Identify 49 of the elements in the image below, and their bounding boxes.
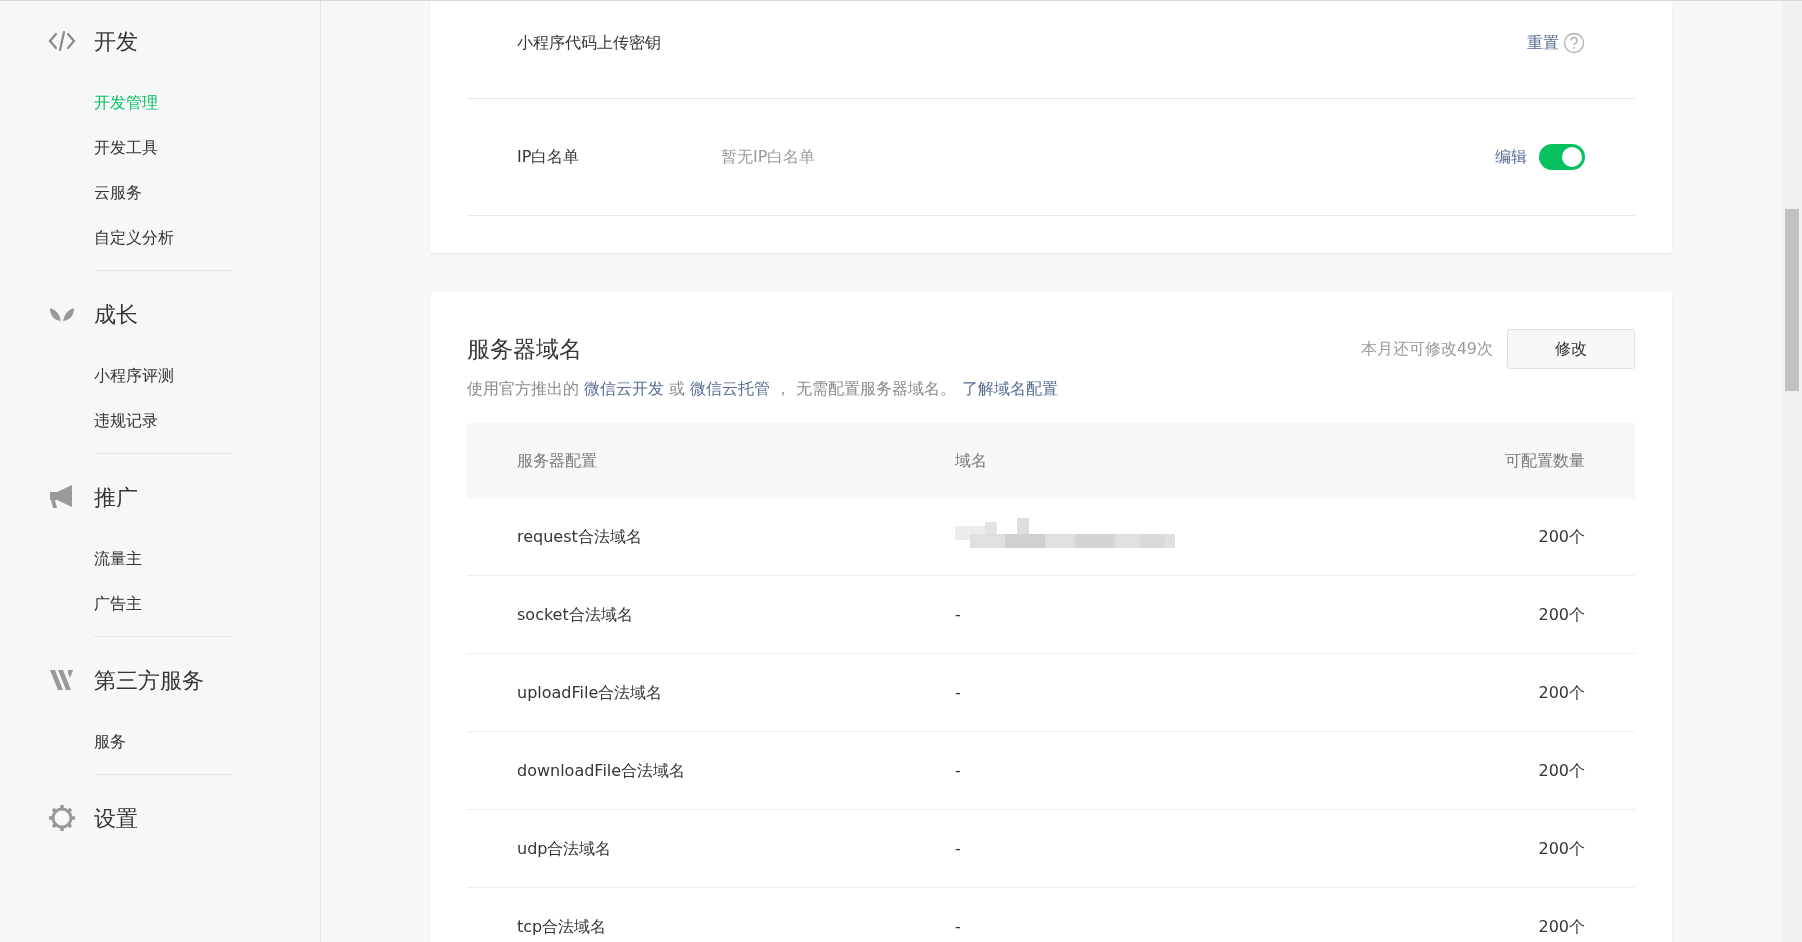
setting-label: IP白名单 <box>517 146 581 168</box>
table-cell: - <box>955 760 961 780</box>
description-link[interactable]: 微信云托管 <box>690 379 771 398</box>
description-link[interactable]: 微信云开发 <box>584 379 665 398</box>
table-cell-text: downloadFile合法域名 <box>517 759 687 782</box>
toggle-switch[interactable] <box>1539 144 1585 170</box>
scrollbar-thumb[interactable] <box>1785 209 1799 391</box>
reset-link[interactable]: 重置 <box>1527 30 1559 55</box>
remaining-count: 本月还可修改49次 <box>1360 338 1493 360</box>
setting-label: 小程序代码上传密钥 <box>517 31 662 54</box>
column-header: 域名 <box>955 449 988 472</box>
table-cell-text: udp合法域名 <box>517 837 613 860</box>
sidebar-group-title[interactable]: 第三方服务 <box>94 663 204 697</box>
sidebar-group-title[interactable]: 成长 <box>94 297 138 331</box>
sidebar-item[interactable]: 服务 <box>94 719 233 764</box>
sidebar-item[interactable]: 流量主 <box>94 536 233 581</box>
section-title: 服务器域名 <box>467 334 582 364</box>
sidebar-group-title[interactable]: 开发 <box>94 24 138 58</box>
sidebar-item[interactable]: 违规记录 <box>94 398 233 443</box>
sidebar-item[interactable]: 云服务 <box>94 170 233 215</box>
description-link[interactable]: 了解域名配置 <box>961 379 1058 398</box>
sidebar-group-title[interactable]: 设置 <box>94 801 138 835</box>
column-header: 服务器配置 <box>517 449 598 472</box>
table-cell-text: 200个 <box>1538 915 1585 938</box>
setting-value: 暂无IP白名单 <box>721 146 816 168</box>
table-cell: - <box>955 604 961 624</box>
gear-icon <box>46 802 78 834</box>
table-cell-text: socket合法域名 <box>517 603 634 626</box>
table-cell-text: 200个 <box>1538 759 1585 782</box>
description-text: 使用官方推出的 微信云开发 或 微信云托管 ， 无需配置服务器域名。 了解域名配置 <box>467 378 1059 400</box>
table-cell-text: 200个 <box>1538 837 1585 860</box>
sidebar-group-title[interactable]: 推广 <box>94 480 138 514</box>
sidebar-item[interactable]: 广告主 <box>94 581 233 626</box>
table-cell: - <box>955 682 961 702</box>
sidebar-item[interactable]: 小程序评测 <box>94 353 233 398</box>
table-cell-text: 200个 <box>1538 603 1585 626</box>
table-cell-text: 200个 <box>1538 525 1585 548</box>
table-cell-text: tcp合法域名 <box>517 915 608 938</box>
modify-button[interactable]: 修改 <box>1507 329 1635 369</box>
table-cell-text: 200个 <box>1538 681 1585 704</box>
table-cell: - <box>955 838 961 858</box>
table-cell: - <box>955 916 961 936</box>
sidebar-item[interactable]: 开发工具 <box>94 125 233 170</box>
help-icon[interactable] <box>1563 31 1585 54</box>
edit-link[interactable]: 编辑 <box>1495 145 1527 169</box>
table-cell-text: request合法域名 <box>517 525 643 548</box>
column-header: 可配置数量 <box>1505 449 1585 472</box>
sidebar-item[interactable]: 自定义分析 <box>94 215 233 260</box>
table-cell-text: uploadFile合法域名 <box>517 681 664 704</box>
